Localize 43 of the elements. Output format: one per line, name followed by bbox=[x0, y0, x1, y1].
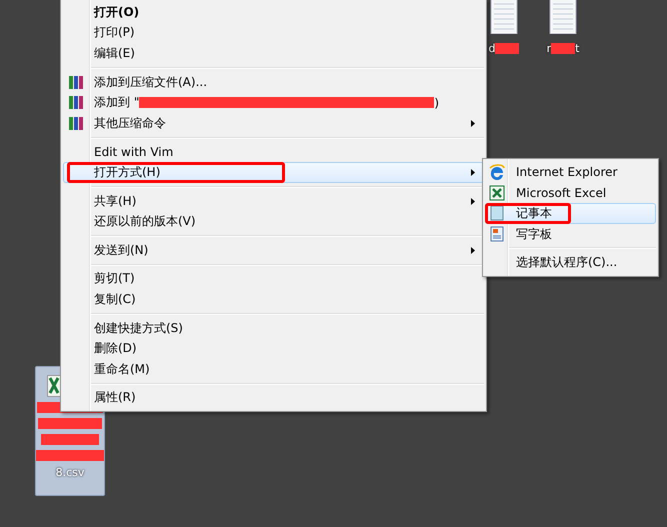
file-label-group[interactable]: r t bbox=[543, 0, 583, 55]
file-name: d bbox=[488, 42, 520, 55]
books-icon bbox=[68, 74, 84, 90]
menu-item[interactable]: 发送到(N) bbox=[63, 240, 484, 261]
redaction-bar bbox=[36, 450, 104, 461]
menu-item[interactable]: 打印(P) bbox=[63, 22, 484, 44]
browser-e-icon bbox=[489, 164, 505, 180]
menu-item[interactable]: 选择默认程序(C)... bbox=[485, 252, 656, 273]
redaction-bar bbox=[41, 434, 99, 445]
file-name: 8.csv bbox=[56, 466, 84, 479]
notepad-icon bbox=[489, 205, 505, 222]
menu-item[interactable]: 打开方式(H) bbox=[63, 162, 484, 183]
submenu-arrow-icon bbox=[471, 169, 475, 176]
menu-item[interactable]: Internet Explorer bbox=[485, 162, 656, 183]
submenu-arrow-icon bbox=[471, 120, 475, 127]
redaction-bar bbox=[551, 43, 576, 54]
spreadsheet-icon bbox=[489, 184, 505, 201]
books-icon bbox=[68, 114, 84, 131]
redaction-bar bbox=[495, 43, 520, 54]
menu-item[interactable]: 还原以前的版本(V) bbox=[63, 211, 484, 232]
menu-item[interactable]: 记事本 bbox=[485, 203, 656, 224]
menu-item[interactable]: 添加到 " ) bbox=[63, 92, 484, 113]
submenu-arrow-icon bbox=[471, 198, 475, 205]
file-name: r t bbox=[546, 42, 580, 55]
books-icon bbox=[68, 94, 84, 110]
redaction-bar bbox=[38, 418, 102, 429]
menu-item[interactable]: 创建快捷方式(S) bbox=[63, 318, 484, 338]
submenu-arrow-icon bbox=[471, 246, 475, 254]
menu-item[interactable]: Microsoft Excel bbox=[485, 182, 656, 204]
file-label-group[interactable]: d bbox=[484, 0, 524, 55]
document-icon bbox=[489, 226, 505, 242]
menu-item[interactable]: 添加到压缩文件(A)... bbox=[63, 72, 484, 92]
menu-item[interactable]: 剪切(T) bbox=[63, 268, 484, 290]
text-file-icon bbox=[548, 0, 578, 34]
menu-item[interactable]: 其他压缩命令 bbox=[63, 112, 484, 134]
menu-item[interactable]: 编辑(E) bbox=[63, 43, 484, 64]
menu-item[interactable]: 共享(H) bbox=[63, 190, 484, 212]
text-file-icon bbox=[489, 0, 519, 34]
menu-item[interactable]: 打开(O) bbox=[63, 2, 484, 23]
menu-item[interactable]: Edit with Vim bbox=[63, 142, 484, 162]
menu-item[interactable]: 复制(C) bbox=[63, 289, 484, 310]
menu-item[interactable]: 写字板 bbox=[485, 224, 656, 244]
menu-item[interactable]: 删除(D) bbox=[63, 338, 484, 359]
